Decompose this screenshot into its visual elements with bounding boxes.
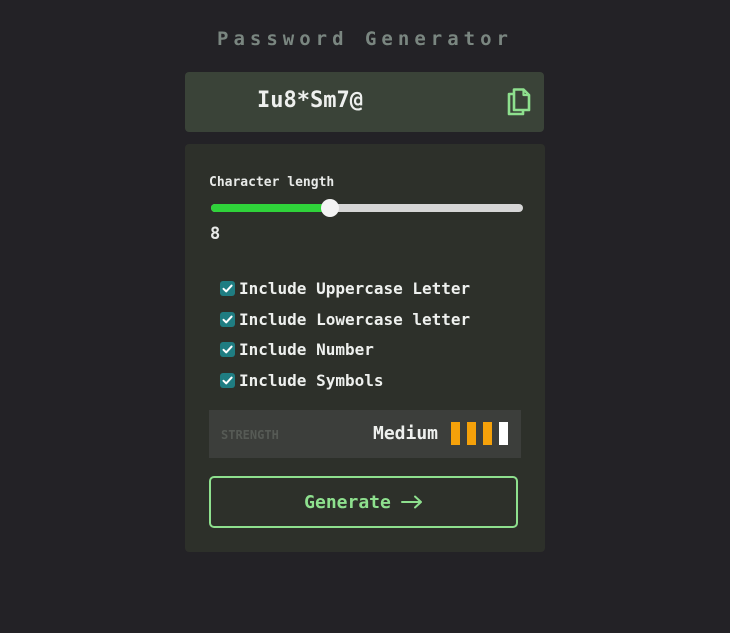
option-label: Include Uppercase Letter [239,278,471,298]
password-text: Iu8*Sm7@ [257,88,363,113]
app-title: Password Generator [217,28,513,50]
option-label: Include Symbols [239,370,384,390]
length-label: Character length [209,175,335,190]
check-icon [222,284,233,293]
arrow-right-icon [400,495,422,509]
check-icon [222,315,233,323]
option-label: Include Lowercase letter [239,309,471,329]
option-lowercase[interactable]: Include Lowercase letter [220,304,470,335]
password-generator-app: Password Generator Iu8*Sm7@ Character le… [0,0,730,633]
settings-panel: Character length 8 Include Uppercase Let… [185,144,545,552]
checkbox-symbols[interactable] [220,372,235,388]
strength-label: STRENGTH [221,428,279,442]
length-slider[interactable] [211,199,523,217]
option-symbols[interactable]: Include Symbols [220,365,470,396]
generate-label: Generate [304,491,391,513]
option-label: Include Number [239,340,374,360]
checkbox-number[interactable] [220,342,235,358]
generate-button[interactable]: Generate [209,476,518,528]
check-icon [222,376,233,385]
slider-thumb[interactable] [320,199,339,217]
option-uppercase[interactable]: Include Uppercase Letter [220,273,470,304]
strength-bar [451,422,460,445]
checkbox-lowercase[interactable] [220,311,235,327]
length-value: 8 [210,224,221,244]
password-output: Iu8*Sm7@ [185,72,544,132]
copy-icon[interactable] [505,84,533,116]
strength-bars [451,422,515,445]
strength-bar [483,422,492,445]
option-number[interactable]: Include Number [220,334,470,365]
strength-bar [499,422,508,445]
check-icon [222,345,233,354]
strength-meter: STRENGTH Medium [209,410,521,458]
checkbox-uppercase[interactable] [220,280,235,296]
strength-value: Medium [373,423,439,444]
slider-fill [211,204,330,212]
strength-bar [467,422,476,445]
options-list: Include Uppercase Letter Include Lowerca… [220,273,470,396]
